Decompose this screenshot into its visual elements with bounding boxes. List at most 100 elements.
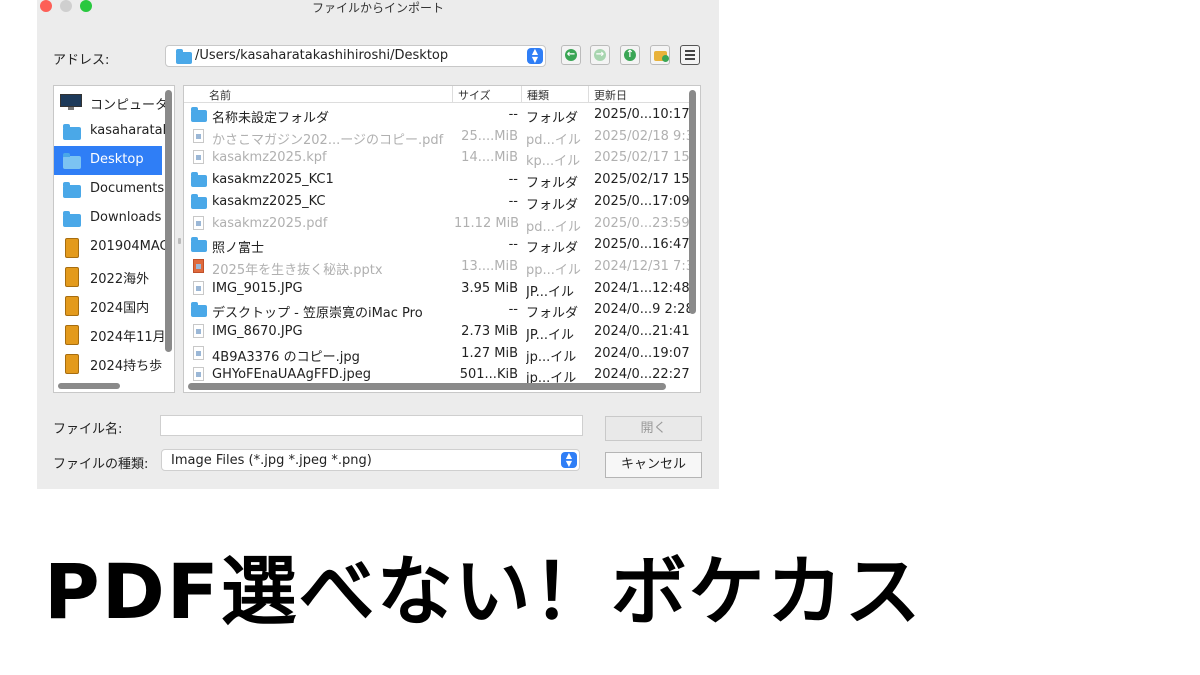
address-label: アドレス: [53,53,110,68]
column-header-kind[interactable]: 種類 [527,87,549,103]
column-header-date[interactable]: 更新日 [594,87,627,103]
image-file-icon [193,280,204,295]
file-size: 1.27 MiB [461,345,518,361]
column-header-size[interactable]: サイズ [458,87,491,103]
desktop-folder-icon [60,151,82,169]
file-date: 2025/0...17:09 [594,193,690,209]
file-date: 2025/0...16:47 [594,237,690,253]
sidebar-item-label: Desktop [90,152,144,167]
list-view-button[interactable] [680,45,700,65]
sidebar-item-computer[interactable]: コンピュータ [54,88,168,117]
file-date: 2024/0...21:41 [594,324,690,339]
filetype-label: ファイルの種類: [53,457,149,472]
sidebar-item-drive[interactable]: 2022海外 [54,262,162,291]
file-row[interactable]: IMG_9015.JPG 3.95 MiB JP...イル 2024/1...12:4… [184,278,694,300]
forward-arrow-icon: → [594,49,606,61]
file-kind: kp...イル [526,154,581,170]
open-button[interactable]: 開く [605,416,702,441]
address-path: /Users/kasaharatakashihiroshi/Desktop [195,48,449,63]
file-row[interactable]: kasakmz2025_KC1 -- フォルダ 2025/02/17 15: [184,169,694,192]
file-kind: フォルダ [526,176,579,192]
parent-folder-button[interactable]: ↑ [620,45,640,65]
file-row[interactable]: IMG_8670.JPG 2.73 MiB JP...イル 2024/0...21:4… [184,321,694,343]
chevron-updown-icon[interactable]: ▲ ▼ [561,452,577,468]
file-kind: pd...イル [526,219,581,235]
cancel-button[interactable]: キャンセル [605,452,702,478]
file-size: -- [508,172,518,188]
sidebar-item-documents[interactable]: Documents [54,175,165,204]
sidebar-item-label: 2024国内 [90,301,150,316]
file-row[interactable]: かさこマガジン202...ージのコピー.pdf 25....MiB pd...イル 2… [184,126,694,148]
folder-icon [176,49,192,64]
sidebar-item-home[interactable]: kasaharatak [54,117,170,146]
caption-text: PDF選べない！ボケカス [44,547,923,636]
splitter-handle[interactable] [178,238,181,244]
forward-button[interactable]: → [590,45,610,65]
file-date: 2025/02/18 9:3 [594,128,690,144]
file-date: 2025/0...10:17 [594,107,690,122]
file-size: 3.95 MiB [461,280,518,296]
file-kind: pp...イル [526,262,581,278]
file-row[interactable]: 2025年を生き抜く秘訣.pptx 13....MiB pp...イル 2024/12… [184,256,694,278]
image-file-icon [193,345,204,360]
column-header-name[interactable]: 名前 [209,87,231,103]
file-size: -- [508,107,518,122]
filetype-select[interactable]: Image Files (*.jpg *.jpeg *.png) ▲ ▼ [161,449,580,471]
file-name: kasakmz2025_KC [212,193,326,209]
filename-label: ファイル名: [53,422,123,437]
sidebar-item-downloads[interactable]: Downloads [54,204,162,233]
home-folder-icon [60,122,82,140]
sidebar-item-drive[interactable]: 2024年11月 [54,320,166,349]
file-row[interactable]: 4B9A3376 のコピー.jpg 1.27 MiB jp...イル 2024/0..… [184,343,694,365]
sidebar-item-label: Documents [90,181,165,196]
sidebar-item-desktop[interactable]: Desktop [54,146,162,175]
folder-icon [191,193,207,209]
address-combo[interactable]: /Users/kasaharatakashihiroshi/Desktop ▲ ▼ [165,45,546,67]
file-name: IMG_9015.JPG [212,280,303,296]
title-bar: ファイルからインポート [37,0,719,15]
sidebar-horizontal-scrollbar[interactable] [58,383,120,389]
file-date: 2024/1...12:48 [594,280,690,296]
file-list-horizontal-scrollbar[interactable] [188,383,666,390]
sidebar-item-label: 2022海外 [90,272,150,287]
sidebar-item-drive[interactable]: 2024国内 [54,291,162,320]
back-button[interactable]: ← [561,45,581,65]
sidebar-item-label: kasaharatak [90,123,171,138]
file-size: -- [508,193,518,209]
file-row[interactable]: kasakmz2025.pdf 11.12 MiB pd...イル 2025/0...… [184,213,694,235]
file-row[interactable]: 照ノ富士 -- フォルダ 2025/0...16:47 [184,234,694,256]
file-list-header: 名前 サイズ 種類 更新日 [184,86,694,103]
sidebar-vertical-scrollbar[interactable] [165,90,172,352]
chevron-updown-icon[interactable]: ▲ ▼ [527,48,543,64]
filetype-value: Image Files (*.jpg *.jpeg *.png) [171,453,372,468]
sidebar-item-drive[interactable]: 201904MAC [54,233,169,262]
file-row[interactable]: 名称未設定フォルダ -- フォルダ 2025/0...10:17 [184,104,694,126]
drive-icon [60,267,82,287]
file-row[interactable]: kasakmz2025_KC -- フォルダ 2025/0...17:09 [184,191,694,213]
kpf-file-icon [193,150,204,165]
back-arrow-icon: ← [565,49,577,61]
sidebar: コンピュータ kasaharatak Desktop Documents Dow… [53,85,175,393]
import-dialog: ファイルからインポート アドレス: /Users/kasaharatakashi… [37,0,719,489]
file-row[interactable]: デスクトップ - 笠原崇寛のiMac Pro -- フォルダ 2024/0...9 2… [184,299,694,321]
list-view-icon [685,50,695,60]
file-kind: JP...イル [526,328,575,343]
file-kind: フォルダ [526,197,579,213]
downloads-folder-icon [60,209,82,227]
monitor-icon [60,93,82,111]
file-size: -- [508,302,518,318]
sidebar-item-drive[interactable]: 2024持ち歩 [54,349,162,378]
sidebar-item-label: 201904MAC [90,239,169,254]
file-size: 25....MiB [461,128,518,144]
file-list: 名前 サイズ 種類 更新日 名称未設定フォルダ -- フォルダ 2025/0...10… [183,85,701,393]
file-size: 2.73 MiB [461,324,518,339]
file-date: 2024/0...9 2:28 [594,302,690,318]
file-kind: フォルダ [526,111,579,126]
plus-badge-icon [662,55,669,62]
file-list-vertical-scrollbar[interactable] [689,90,696,314]
file-name: 名称未設定フォルダ [212,111,330,126]
new-folder-button[interactable] [650,45,670,65]
file-row[interactable]: kasakmz2025.kpf 14....MiB kp...イル 2025/02/1… [184,147,694,170]
file-name: kasakmz2025_KC1 [212,172,334,188]
filename-input[interactable] [160,415,583,436]
